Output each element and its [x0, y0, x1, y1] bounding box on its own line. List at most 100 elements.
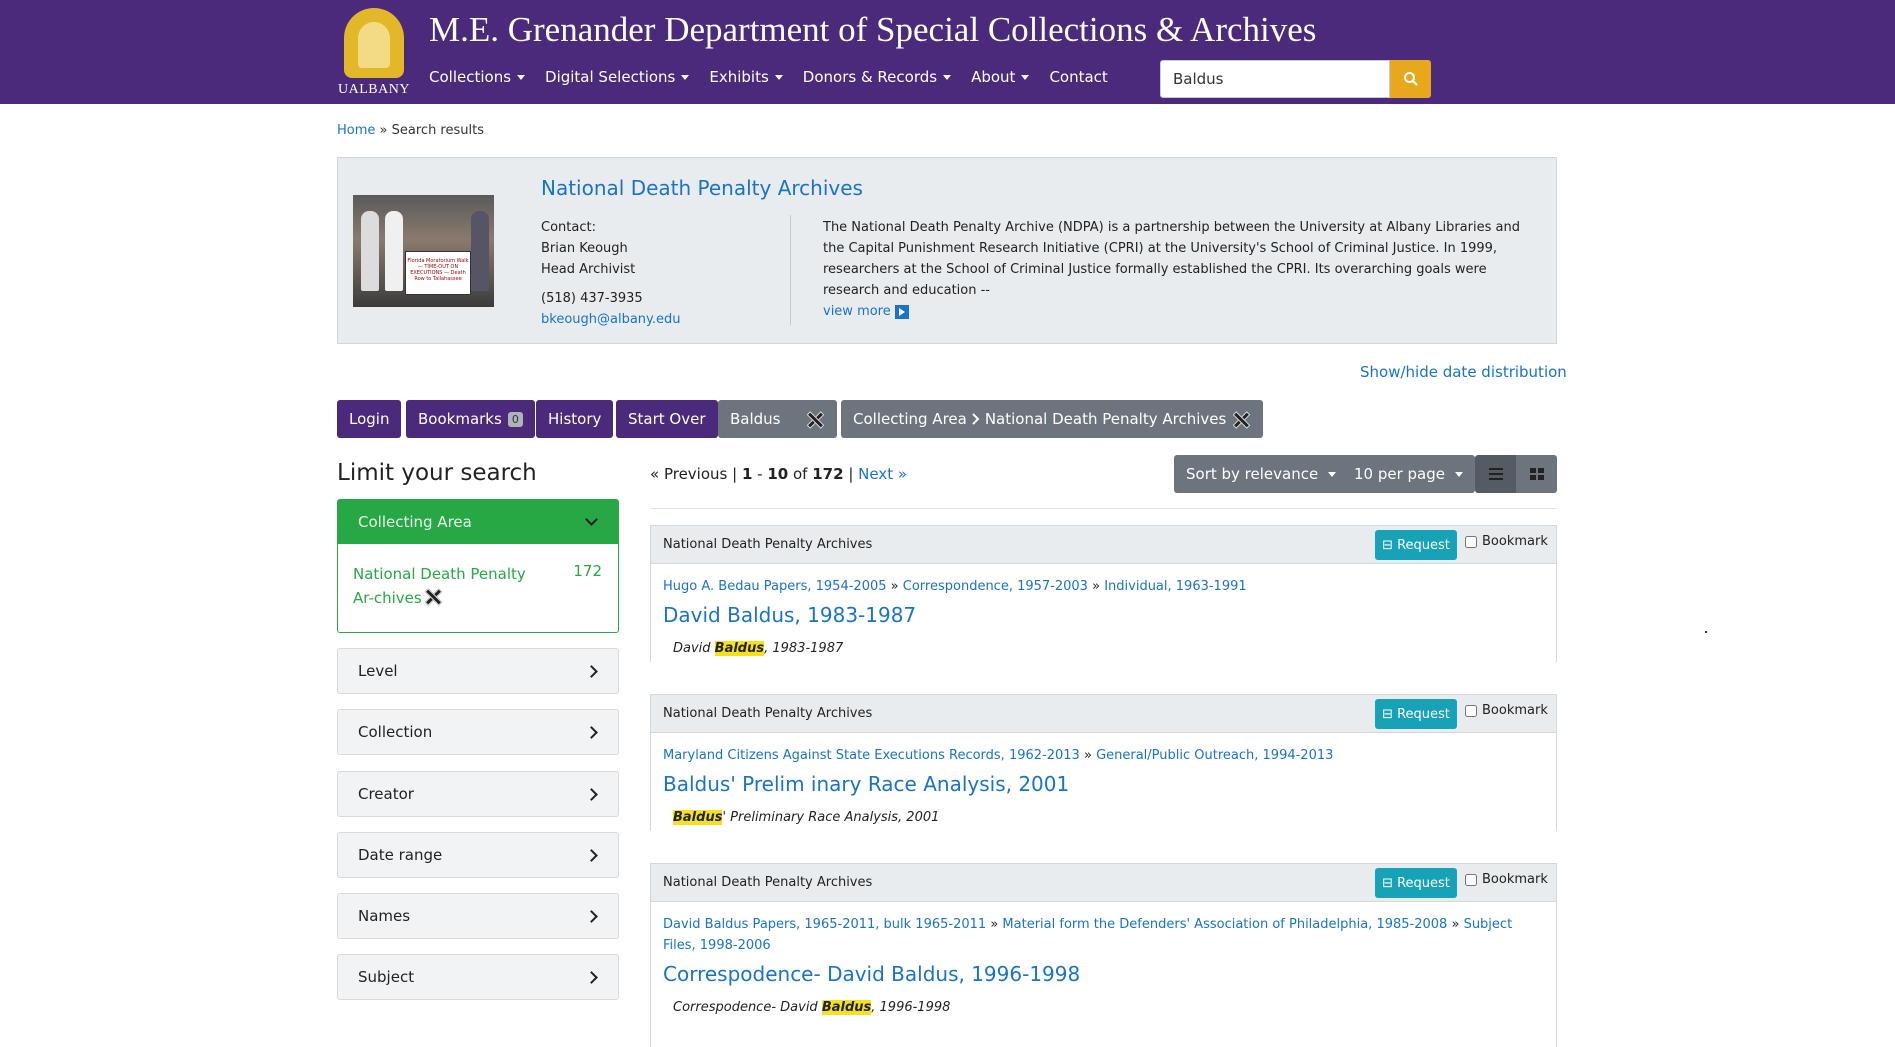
- nav-donors-records[interactable]: Donors & Records: [803, 68, 952, 86]
- repository-description: The National Death Penalty Archive (NDPA…: [823, 217, 1523, 322]
- page-of: of: [792, 465, 808, 483]
- result-snippet: Baldus' Preliminary Race Analysis, 2001: [673, 810, 940, 825]
- view-more-link[interactable]: view more: [823, 304, 909, 319]
- request-button[interactable]: ⊟ Request: [1375, 699, 1457, 729]
- bookmark-checkbox[interactable]: [1465, 535, 1477, 548]
- result-crumb-link[interactable]: Correspondence, 1957-2003: [903, 579, 1088, 594]
- search-form: [1160, 60, 1431, 98]
- login-button[interactable]: Login: [337, 400, 402, 438]
- sort-dropdown[interactable]: Sort by relevance: [1174, 455, 1349, 493]
- nav-digital-selections[interactable]: Digital Selections: [545, 68, 690, 86]
- photo-person: [385, 211, 403, 291]
- chevron-right-icon: [585, 726, 598, 739]
- result-repository: National Death Penalty Archives: [663, 706, 873, 721]
- facet-date-range[interactable]: Date range: [337, 832, 619, 878]
- filter-constraint[interactable]: Collecting Area National Death Penalty A…: [841, 400, 1263, 438]
- result-repository: National Death Penalty Archives: [663, 875, 873, 890]
- contact-name: Brian Keough: [541, 241, 628, 256]
- site-header: UALBANY M.E. Grenander Department of Spe…: [0, 0, 1895, 104]
- nav-about[interactable]: About: [971, 68, 1030, 86]
- history-button[interactable]: History: [536, 400, 614, 438]
- result-repository: National Death Penalty Archives: [663, 537, 873, 552]
- result-title-link[interactable]: Correspodence- David Baldus, 1996-1998: [663, 962, 1544, 986]
- chevron-right-icon: [585, 788, 598, 801]
- page-total: 172: [812, 465, 844, 483]
- filter-constraint-value: National Death Penalty Archives: [984, 410, 1227, 428]
- contact-label: Contact:: [541, 220, 596, 235]
- start-over-button[interactable]: Start Over: [616, 400, 718, 438]
- result-crumb-link[interactable]: Individual, 1963-1991: [1104, 579, 1246, 594]
- remove-constraint-icon[interactable]: [1231, 410, 1249, 428]
- request-button[interactable]: ⊟ Request: [1375, 530, 1457, 560]
- result-breadcrumbs: David Baldus Papers, 1965-2011, bulk 196…: [663, 917, 1513, 953]
- chevron-right-icon: [585, 665, 598, 678]
- caret-down-icon: [1455, 471, 1464, 477]
- result-crumb-link[interactable]: Hugo A. Bedau Papers, 1954-2005: [663, 579, 887, 594]
- remove-facet-icon[interactable]: [423, 587, 441, 605]
- result-crumb-link[interactable]: Maryland Citizens Against State Executio…: [663, 748, 1080, 763]
- bookmarks-count-badge: 0: [507, 411, 523, 427]
- facet-collection[interactable]: Collection: [337, 709, 619, 755]
- divider: [790, 215, 791, 325]
- caret-down-icon: [774, 75, 783, 80]
- result-title-link[interactable]: David Baldus, 1983-1987: [663, 603, 1544, 627]
- list-view-button[interactable]: [1475, 455, 1516, 493]
- repository-name-link[interactable]: National Death Penalty Archives: [541, 176, 863, 200]
- bookmark-toggle[interactable]: Bookmark: [1465, 534, 1548, 549]
- bookmark-checkbox[interactable]: [1465, 704, 1477, 717]
- facet-level[interactable]: Level: [337, 648, 619, 694]
- facet-collecting-area-toggle[interactable]: Collecting Area: [338, 500, 618, 544]
- view-toggle: [1475, 455, 1557, 493]
- show-hide-date-distribution-link[interactable]: Show/hide date distribution: [1360, 363, 1567, 381]
- search-button[interactable]: [1390, 60, 1431, 98]
- facet-creator[interactable]: Creator: [337, 771, 619, 817]
- search-input[interactable]: [1160, 60, 1390, 98]
- filter-constraint-field: Collecting Area: [853, 410, 967, 428]
- bookmarks-button[interactable]: Bookmarks 0: [406, 400, 535, 438]
- divider: [650, 508, 1557, 509]
- facet-names[interactable]: Names: [337, 893, 619, 939]
- play-icon: [894, 304, 909, 319]
- result-crumb-link[interactable]: Material form the Defenders' Association…: [1002, 917, 1447, 932]
- photo-sign: Florida Moratorium Walk — TIME-OUT ON EX…: [405, 251, 471, 295]
- result-breadcrumbs: Hugo A. Bedau Papers, 1954-2005 » Corres…: [663, 579, 1247, 594]
- search-highlight: Baldus: [821, 1000, 872, 1015]
- repository-info-box: Florida Moratorium Walk — TIME-OUT ON EX…: [337, 157, 1557, 344]
- result-card: National Death Penalty Archives ⊟ Reques…: [650, 525, 1557, 662]
- nav-contact[interactable]: Contact: [1049, 68, 1107, 86]
- site-title[interactable]: M.E. Grenander Department of Special Col…: [429, 10, 1316, 50]
- facet-subject[interactable]: Subject: [337, 954, 619, 1000]
- ualbany-logo[interactable]: UALBANY: [338, 8, 410, 98]
- bookmark-toggle[interactable]: Bookmark: [1465, 872, 1548, 887]
- search-highlight: Baldus: [673, 810, 723, 825]
- query-constraint[interactable]: Baldus: [718, 400, 837, 438]
- previous-link: « Previous: [650, 465, 728, 483]
- next-link[interactable]: Next »: [858, 465, 907, 483]
- chevron-right-icon: [585, 910, 598, 923]
- request-button[interactable]: ⊟ Request: [1375, 868, 1457, 898]
- bookmark-checkbox[interactable]: [1465, 873, 1477, 886]
- grid-icon: [1529, 468, 1544, 480]
- result-card: National Death Penalty Archives ⊟ Reques…: [650, 694, 1557, 831]
- per-page-dropdown[interactable]: 10 per page: [1342, 455, 1476, 493]
- result-crumb-link[interactable]: David Baldus Papers, 1965-2011, bulk 196…: [663, 917, 986, 932]
- facet-collecting-area: Collecting Area National Death Penalty A…: [337, 499, 619, 633]
- breadcrumb-home[interactable]: Home: [337, 123, 375, 138]
- main-nav: Collections Digital Selections Exhibits …: [429, 68, 1128, 86]
- nav-collections[interactable]: Collections: [429, 68, 526, 86]
- result-snippet: David Baldus, 1983-1987: [673, 641, 844, 656]
- nav-exhibits[interactable]: Exhibits: [709, 68, 783, 86]
- chevron-right-icon: [972, 413, 980, 425]
- breadcrumb-separator: »: [379, 123, 388, 138]
- bookmark-toggle[interactable]: Bookmark: [1465, 703, 1548, 718]
- result-crumb-link[interactable]: General/Public Outreach, 1994-2013: [1096, 748, 1333, 763]
- photo-person: [471, 211, 489, 291]
- contact-email-link[interactable]: bkeough@albany.edu: [541, 312, 681, 327]
- pagination-info: « Previous | 1 - 10 of 172 | Next »: [650, 465, 908, 483]
- result-title-link[interactable]: Baldus' Prelim inary Race Analysis, 2001: [663, 772, 1544, 796]
- gallery-view-button[interactable]: [1516, 455, 1557, 493]
- search-highlight: Baldus: [714, 641, 765, 656]
- contact-role: Head Archivist: [541, 262, 636, 277]
- remove-constraint-icon[interactable]: [805, 410, 823, 428]
- result-card-body: Maryland Citizens Against State Executio…: [651, 733, 1556, 825]
